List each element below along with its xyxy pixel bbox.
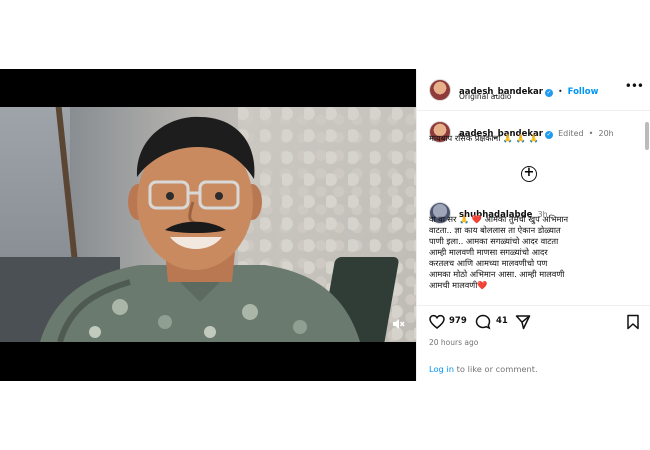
audio-label[interactable]: Original audio	[459, 92, 512, 101]
login-prompt: Log in to like or comment.	[429, 364, 538, 374]
instagram-post-viewer: aadesh_bandekar ✓ • Follow Original audio…	[0, 0, 650, 450]
login-prompt-text: to like or comment.	[454, 364, 538, 374]
comment-bubble-icon	[475, 314, 491, 330]
follow-button[interactable]: Follow	[568, 87, 599, 97]
mute-toggle-button[interactable]	[390, 317, 406, 333]
video-player[interactable]	[0, 69, 416, 381]
post-header: aadesh_bandekar ✓ • Follow Original audio…	[417, 69, 650, 111]
author-avatar[interactable]	[429, 79, 451, 101]
comment-line: आमची मालवणी❤️	[429, 280, 488, 290]
post-timestamp[interactable]: 20 hours ago	[429, 338, 478, 347]
comment-line: करतलच आणि आमच्या मालवणीचो पण	[429, 258, 548, 268]
verified-badge-icon: ✓	[544, 89, 553, 97]
paper-plane-icon	[515, 315, 531, 330]
like-button[interactable]	[429, 314, 445, 330]
post-details-panel: aadesh_bandekar ✓ • Follow Original audio…	[416, 69, 650, 381]
comments-section: aadesh_bandekar ✓ Edited • 20h मायबाप रसि…	[417, 111, 643, 299]
heart-icon	[429, 314, 445, 329]
caption-text: मायबाप रसिक प्रेक्षकाना 🙏 🙏 🙏	[429, 133, 539, 143]
comments-scrollbar[interactable]	[645, 122, 649, 150]
comment-line: आमका मोठो अभिमान आसा. आम्ही मालवणी	[429, 269, 565, 279]
plus-circle-icon[interactable]: +	[521, 166, 537, 182]
bookmark-icon	[627, 314, 639, 330]
comment-button[interactable]	[475, 314, 491, 330]
video-frame	[0, 107, 416, 342]
comment-count[interactable]: 41	[496, 316, 508, 326]
comment-line: आम्ही मालवणी माणसा सगळ्यांचो आदर	[429, 247, 548, 257]
comment-line: वाटता.. ज्ञा काय बोललास ता ऐकान डोळ्यात	[429, 225, 561, 235]
comment-text: वा वा सर 🙏 ❤️ आमका तुमचो खुप अभिमान वाटत…	[429, 214, 639, 291]
post-actions: 979 41 20 hours ago Log in to like or co…	[417, 305, 650, 381]
login-link[interactable]: Log in	[429, 364, 454, 374]
separator-dot: •	[558, 87, 563, 96]
like-count[interactable]: 979	[449, 316, 467, 326]
more-options-icon[interactable]: •••	[625, 79, 644, 93]
muted-speaker-icon	[393, 319, 405, 329]
share-button[interactable]	[515, 314, 531, 330]
comment-line: पाणी इला.. आमका सगळ्यांचो आदर वाटता	[429, 236, 559, 246]
comment-line: वा वा सर 🙏 ❤️ आमका तुमचो खुप अभिमान	[429, 214, 569, 224]
man-portrait	[40, 116, 360, 342]
save-button[interactable]	[625, 314, 641, 330]
